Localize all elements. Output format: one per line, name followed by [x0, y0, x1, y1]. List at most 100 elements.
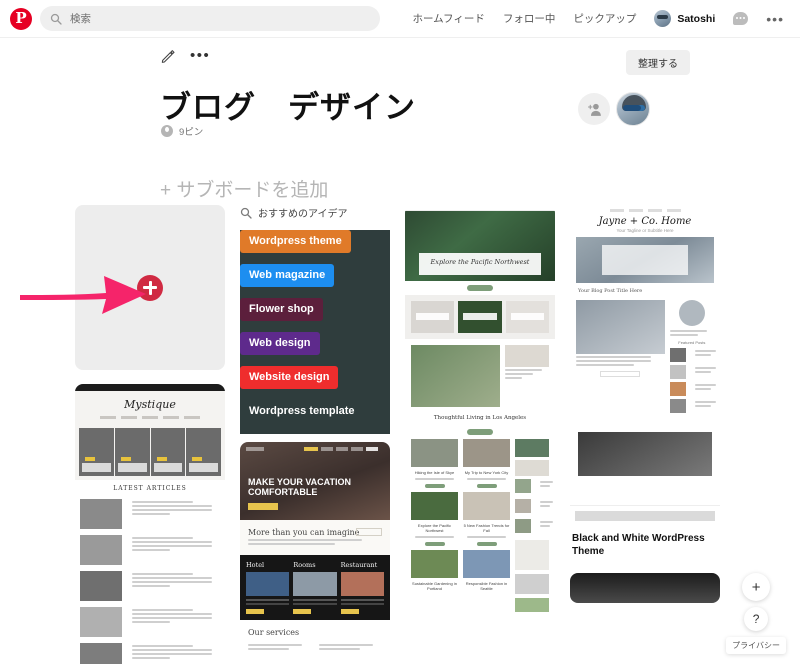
mock-subsection: More than you can imagine — [240, 520, 390, 555]
editorial-grid-title: Sustainable Gardening in Portland — [412, 581, 457, 591]
board-owner-avatar[interactable] — [616, 92, 650, 126]
idea-tag-list: Wordpress theme Web magazine Flower shop… — [240, 230, 390, 434]
page-title: ブログ デザイン — [160, 90, 416, 125]
idea-tag-web-design[interactable]: Web design — [240, 332, 320, 355]
pin-card-next[interactable] — [570, 572, 720, 603]
jayne-tagline: Your Tagline or Subtitle Here — [616, 227, 674, 233]
pin-title: Black and White WordPress Theme — [572, 532, 705, 558]
suggested-ideas-title: おすすめのアイデア — [258, 209, 348, 220]
editorial-article-title: Thoughtful Living in Los Angeles — [433, 415, 527, 421]
mock-nav — [246, 447, 384, 451]
suggested-ideas-panel: おすすめのアイデア Wordpress theme Web magazine F… — [240, 205, 390, 434]
mock-article — [75, 532, 225, 568]
idea-tag-wordpress-template[interactable]: Wordpress template — [240, 400, 364, 423]
add-pin-card[interactable] — [75, 205, 225, 370]
mock-hero — [570, 572, 720, 603]
search-input[interactable]: 検索 — [40, 6, 380, 31]
mock-hero — [576, 236, 714, 283]
grid-column-1: Mystique LATEST ARTICLES — [75, 205, 225, 664]
search-icon — [50, 13, 62, 25]
mock-feature-row — [405, 295, 555, 339]
idea-tag-wordpress-theme[interactable]: Wordpress theme — [240, 230, 351, 253]
mock-three-columns: Hotel Rooms Restaurant — [240, 555, 390, 620]
pin-card-black-white[interactable]: Black and White WordPress Theme — [570, 497, 720, 559]
pin-count: 9ピン — [161, 124, 203, 138]
mock-post-grid: Hiking the Isle of Skye Explore the Paci… — [405, 439, 555, 621]
user-name: Satoshi — [677, 12, 716, 25]
create-pin-fab[interactable]: + — [742, 573, 771, 601]
pinterest-board-page: P 検索 ホームフィード フォロー中 ピックアップ Satoshi ••• ••… — [0, 0, 800, 664]
mock-cta-button — [248, 503, 278, 510]
pin-card-editorial[interactable]: Explore the Pacific Northwest Thoughtful… — [405, 205, 555, 621]
pin-count-label: 9ピン — [179, 127, 204, 138]
editorial-grid-title: Responsible Fashion in Seattle — [465, 581, 508, 591]
board-more-icon[interactable]: ••• — [190, 48, 210, 63]
pin-card-jayne[interactable]: Jayne + Co. Home Your Tagline or Subtitl… — [570, 205, 720, 484]
top-navigation-bar: P 検索 ホームフィード フォロー中 ピックアップ Satoshi ••• — [0, 0, 800, 38]
idea-tag-web-magazine[interactable]: Web magazine — [240, 264, 335, 287]
mock-services: Our services — [240, 620, 390, 652]
editorial-grid-title: Hiking the Isle of Skye — [414, 470, 455, 475]
mock-topbar — [75, 384, 225, 391]
collaborators — [578, 92, 650, 126]
pinterest-logo-icon[interactable]: P — [10, 7, 32, 30]
jayne-post-title: Your Blog Post Title Here — [578, 287, 643, 294]
add-person-icon — [587, 103, 601, 116]
help-button[interactable]: ? — [744, 607, 769, 631]
mystique-mockup: Mystique LATEST ARTICLES — [75, 384, 225, 664]
mock-hero: MAKE YOUR VACATION COMFORTABLE — [240, 442, 390, 520]
editorial-mockup: Explore the Pacific Northwest Thoughtful… — [405, 205, 555, 621]
add-subboard-button[interactable]: + サブボードを追加 — [160, 175, 328, 202]
pin-card-mystique[interactable]: Mystique LATEST ARTICLES — [75, 384, 225, 664]
mock-article — [75, 640, 225, 664]
mock-nav — [75, 416, 225, 424]
mock-body: Featured Posts — [570, 294, 720, 422]
search-placeholder: 検索 — [70, 13, 91, 25]
hotel-headline: MAKE YOUR VACATION COMFORTABLE — [248, 477, 352, 498]
nav-following[interactable]: フォロー中 — [503, 11, 556, 26]
mystique-section-title: LATEST ARTICLES — [113, 485, 187, 492]
privacy-link[interactable]: プライバシー — [726, 637, 786, 654]
mock-nav — [570, 205, 720, 214]
hotel-col-hotel: Hotel — [246, 561, 265, 569]
add-pin-button[interactable] — [137, 274, 163, 301]
mystique-brand: Mystique — [75, 391, 225, 416]
editorial-hero-title: Explore the Pacific Northwest — [430, 258, 530, 266]
chat-icon[interactable] — [733, 12, 749, 25]
grid-column-2: おすすめのアイデア Wordpress theme Web magazine F… — [240, 205, 390, 664]
board-tools: ••• — [160, 48, 210, 64]
header-nav: ホームフィード フォロー中 ピックアップ Satoshi ••• — [412, 10, 790, 27]
add-collaborator-button[interactable] — [578, 93, 610, 125]
jayne-featured-label: Featured Posts — [678, 339, 706, 345]
nav-home-feed[interactable]: ホームフィード — [412, 11, 484, 26]
search-icon — [240, 207, 252, 219]
hotel-mockup: MAKE YOUR VACATION COMFORTABLE More than… — [240, 442, 390, 652]
user-menu[interactable]: Satoshi — [654, 10, 715, 27]
suggested-ideas-header: おすすめのアイデア — [240, 205, 390, 220]
pin-icon — [161, 125, 173, 137]
pencil-icon[interactable] — [160, 48, 176, 64]
grid-column-3: Explore the Pacific Northwest Thoughtful… — [405, 205, 555, 635]
hotel-services-title: Our services — [248, 628, 300, 637]
mock-article — [75, 496, 225, 532]
avatar — [654, 10, 672, 27]
mock-hero: Explore the Pacific Northwest — [405, 211, 555, 281]
mock-button — [467, 285, 493, 291]
organize-button[interactable]: 整理する — [626, 50, 690, 75]
jayne-mockup: Jayne + Co. Home Your Tagline or Subtitl… — [570, 205, 720, 484]
idea-tag-flower-shop[interactable]: Flower shop — [240, 298, 323, 321]
hotel-col-restaurant: Restaurant — [340, 561, 378, 569]
pin-card-hotel[interactable]: MAKE YOUR VACATION COMFORTABLE More than… — [240, 442, 390, 652]
idea-tag-website-design[interactable]: Website design — [240, 366, 339, 389]
more-horizontal-icon[interactable]: ••• — [766, 12, 784, 26]
mock-article — [75, 568, 225, 604]
mock-topbar — [570, 497, 720, 506]
nav-pickup[interactable]: ピックアップ — [573, 11, 636, 26]
mock-hero-grid — [75, 424, 225, 480]
editorial-grid-title: Explore the Pacific Northwest — [417, 523, 452, 533]
blackwhite-mockup — [570, 497, 720, 526]
editorial-grid-title: My Trip to New York City — [464, 470, 509, 475]
editorial-grid-title: 5 New Fashion Trends for Fall — [463, 523, 510, 533]
hotel-col-rooms: Rooms — [293, 561, 316, 569]
grid-column-4: Jayne + Co. Home Your Tagline or Subtitl… — [570, 205, 720, 617]
